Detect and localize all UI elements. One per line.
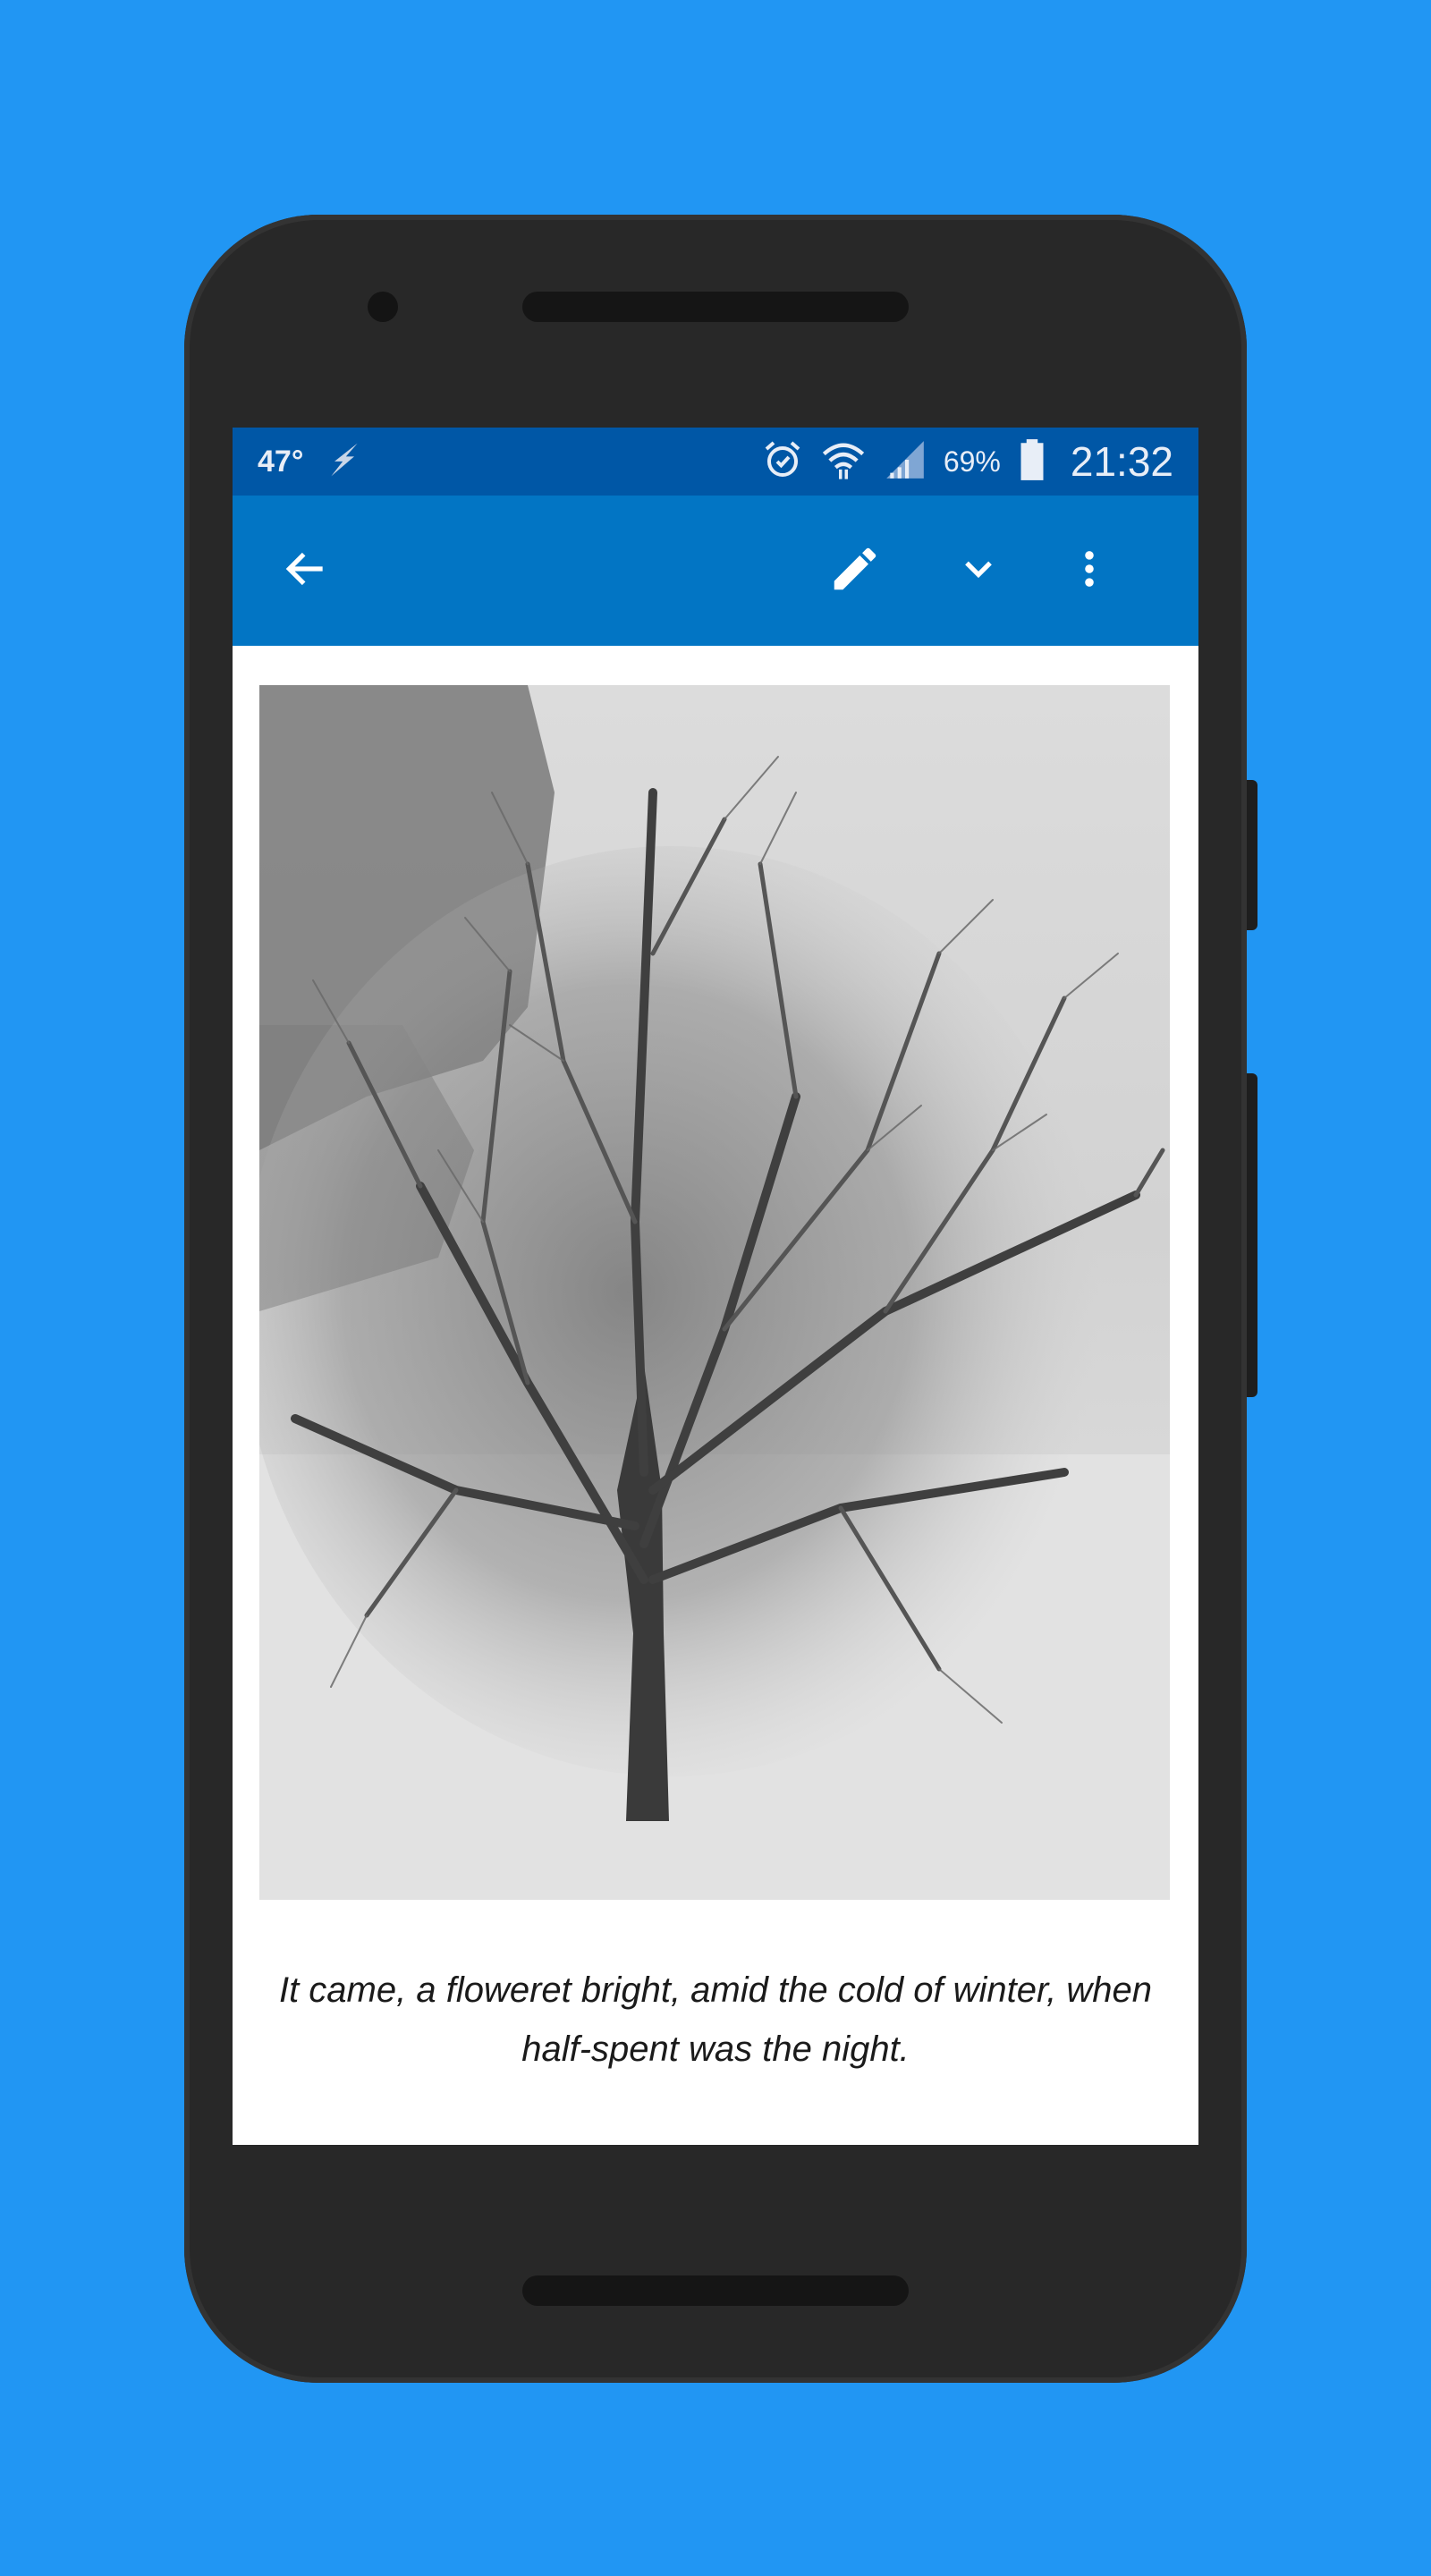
phone-screen: 47° 69% 21:32 It came, a floweret bright…	[233, 428, 1198, 2145]
status-left: 47°	[258, 428, 364, 496]
volume-button	[1247, 1073, 1257, 1397]
app-bar	[233, 496, 1198, 646]
status-temperature: 47°	[258, 444, 304, 479]
front-camera	[368, 292, 398, 322]
winter-tree-photo[interactable]	[259, 685, 1170, 1900]
battery-percent: 69%	[943, 445, 1001, 478]
status-right: 69% 21:32	[761, 428, 1173, 496]
top-speaker	[522, 292, 909, 322]
chevron-down-icon	[955, 546, 1002, 597]
more-vert-icon	[1066, 541, 1113, 601]
status-bar: 47° 69% 21:32	[233, 428, 1198, 496]
back-arrow-icon	[281, 544, 331, 598]
edit-button[interactable]	[810, 526, 900, 615]
expand-button[interactable]	[934, 526, 1023, 615]
battery-icon	[1017, 437, 1047, 487]
bottom-speaker	[522, 2275, 909, 2306]
edit-pencil-icon	[827, 541, 883, 601]
alarm-icon	[761, 438, 804, 486]
photo-caption: It came, a floweret bright, amid the col…	[278, 1970, 1153, 2069]
wifi-icon	[820, 436, 867, 487]
content-area: It came, a floweret bright, amid the col…	[233, 646, 1198, 2145]
lightning-icon	[325, 440, 364, 484]
status-time: 21:32	[1070, 438, 1173, 485]
more-options-button[interactable]	[1045, 526, 1134, 615]
back-button[interactable]	[261, 526, 351, 615]
signal-icon	[883, 437, 927, 487]
power-button	[1247, 780, 1257, 930]
